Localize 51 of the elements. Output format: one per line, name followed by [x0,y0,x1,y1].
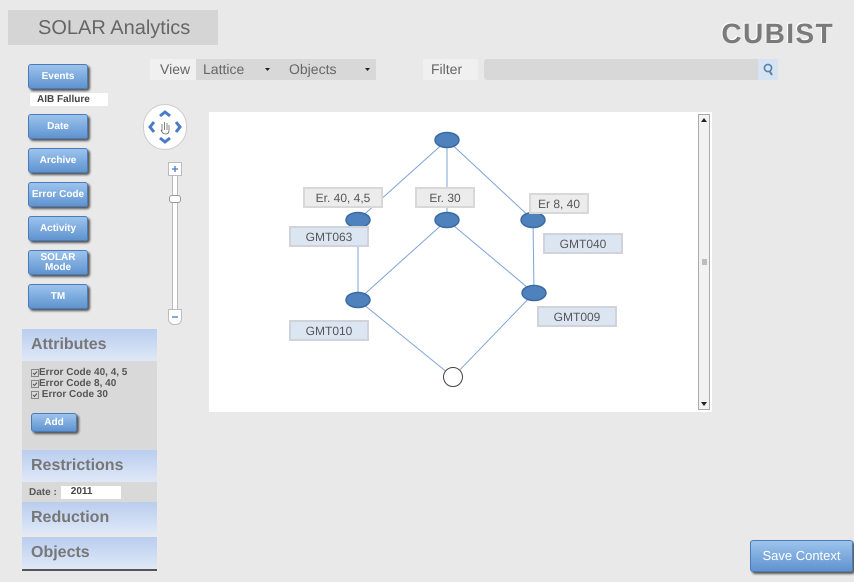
filter-label: Filter [423,59,478,80]
sidebar-button[interactable]: TM [28,284,88,309]
scroll-up-icon[interactable] [701,118,707,122]
zoom-slider-thumb[interactable] [169,194,181,203]
attribute-tag: Er. 30 [415,187,475,208]
attribute-label: Error Code 30 [40,388,108,402]
checkbox[interactable] [31,390,39,398]
view-dropdown[interactable]: Objects [276,59,376,80]
object-tag: GMT063 [289,226,369,247]
checkbox[interactable] [31,368,39,376]
panel-header[interactable]: Objects [22,537,157,569]
edge-line [459,299,528,370]
panel-header[interactable]: Reduction [22,502,157,534]
panel-header[interactable]: Attributes [22,329,157,361]
object-tag: GMT009 [537,306,617,327]
logo: CUBIST [721,20,834,48]
attribute-label: Error Code 8, 40 [39,377,116,390]
add-button[interactable]: Add [31,413,77,432]
caret-icon [265,68,270,71]
sidebar-button[interactable]: Error Code [28,182,88,207]
scroll-grip-icon [702,259,706,265]
filter-field[interactable] [484,59,778,80]
edge-line [532,228,534,286]
event-value-field[interactable]: AIB Fallure [30,93,108,106]
object-tag: GMT010 [289,320,369,341]
app-title: SOLAR Analytics [8,10,218,45]
sidebar-button[interactable]: Date [28,114,88,139]
date-field[interactable]: 2011 [60,486,121,498]
zoom-slider-track[interactable] [172,176,178,309]
search-icon [762,63,774,76]
sidebar-button[interactable]: SOLAR Mode [28,250,88,275]
sidebar-button[interactable]: Events [28,64,88,89]
caret-icon [365,68,370,71]
pan-control[interactable] [143,104,187,150]
attribute-label: Error Code 40, 4, 5 [39,366,128,378]
save-context-button[interactable]: Save Context [750,540,853,572]
view-label: View [150,59,196,80]
scroll-down-icon[interactable] [701,402,707,406]
attribute-tag: Er. 40, 4,5 [303,187,383,208]
sidebar-button[interactable]: Archive [28,148,88,173]
view-dropdown[interactable]: Lattice [196,59,276,80]
object-tag: GMT040 [543,233,623,254]
attribute-tag: Er 8, 40 [529,193,589,214]
zoom-out-button[interactable]: − [168,309,182,325]
date-label: Date : [29,486,57,500]
checkbox[interactable] [31,380,39,388]
zoom-in-button[interactable]: + [168,162,182,176]
sidebar-button[interactable]: Activity [28,216,88,241]
pan-arrows-icon [147,109,183,145]
scrollbar[interactable] [698,114,710,410]
panel-header[interactable]: Restrictions [22,450,157,482]
